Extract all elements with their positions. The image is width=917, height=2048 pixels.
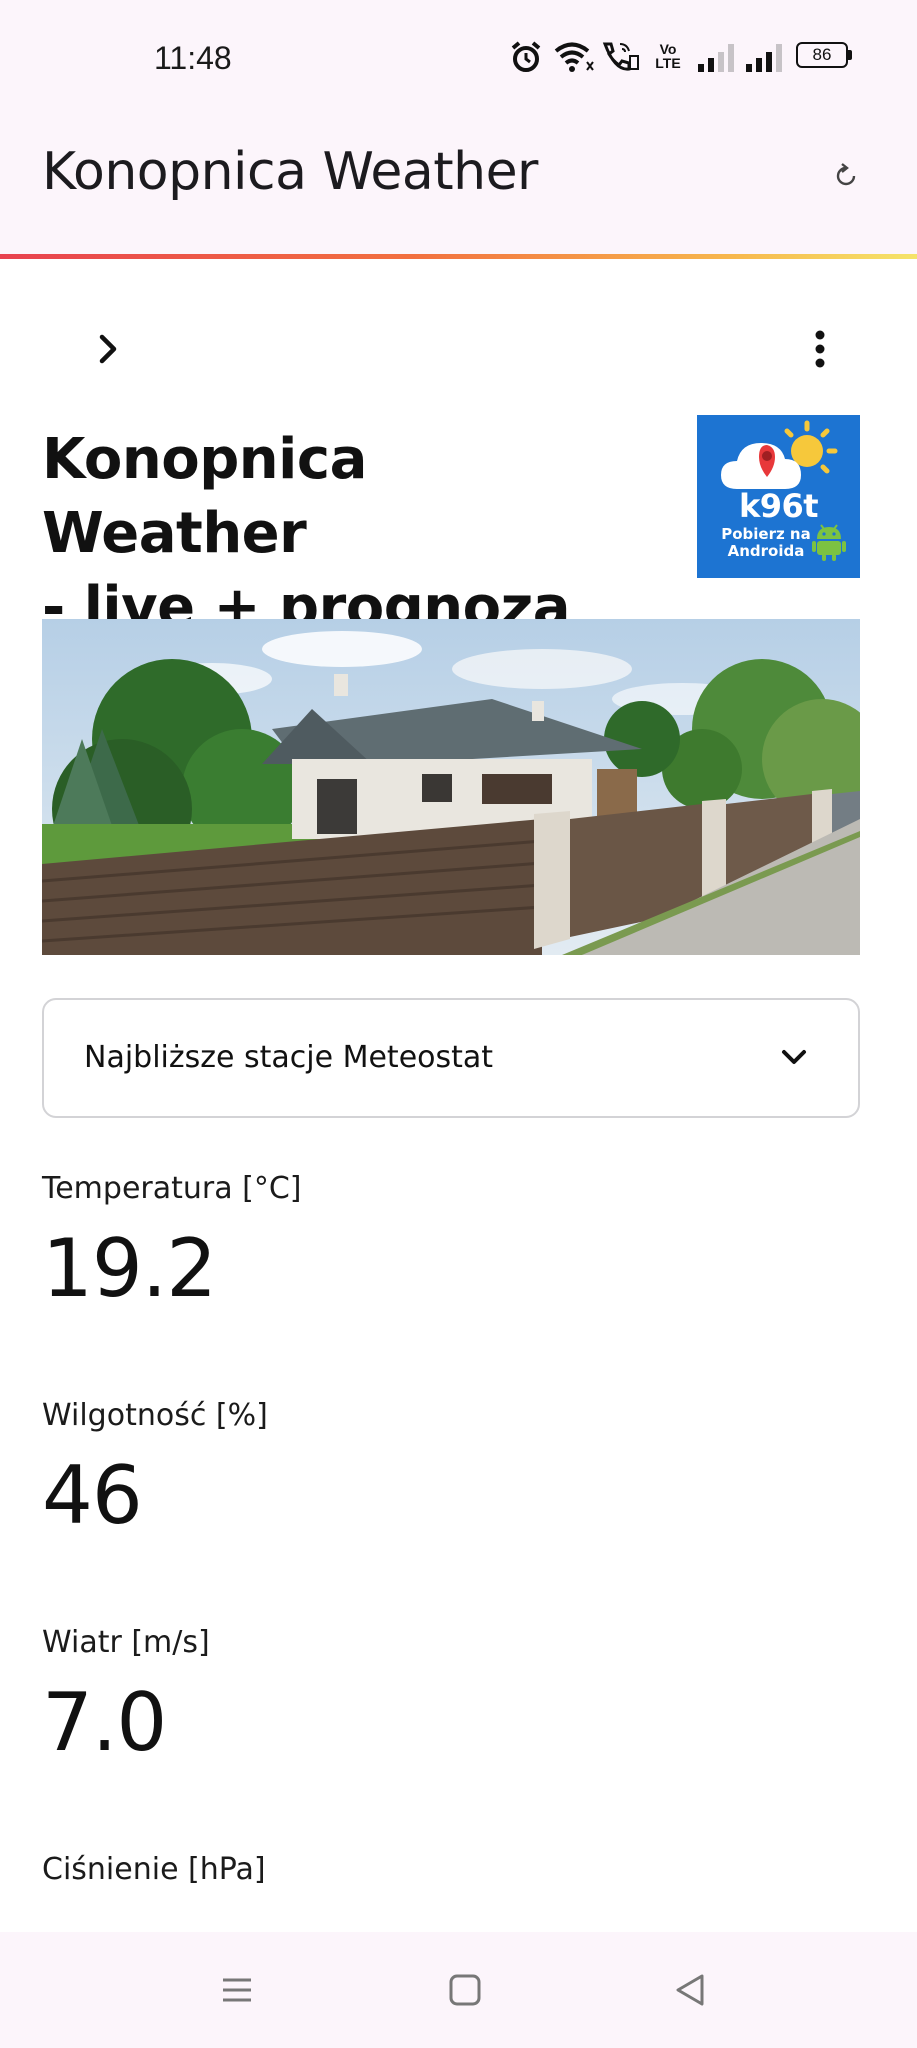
android-app-badge[interactable]: k96t Pobierz na Androida: [697, 415, 860, 578]
refresh-button[interactable]: [826, 156, 866, 196]
wifi-icon: [554, 42, 594, 72]
android-icon: [812, 524, 846, 561]
metric-label: Temperatura [°C]: [42, 1171, 302, 1206]
back-icon: [676, 1974, 704, 2006]
weather-logo-icon: [721, 420, 838, 489]
alarm-icon: [511, 41, 541, 72]
signal-sim2-icon: [746, 44, 782, 72]
metric-pressure: Ciśnienie [hPa]: [42, 1852, 860, 1887]
status-time: 11:48: [154, 40, 232, 76]
select-label: Najbliższe stacje Meteostat: [84, 1040, 494, 1075]
battery-icon: 86: [796, 42, 852, 68]
main-content: Konopnica Weather - live + prognoza k96t: [0, 259, 917, 1932]
chevron-down-icon: [782, 1050, 806, 1064]
badge-subtitle: Pobierz na Androida: [711, 526, 821, 560]
badge-brand: k96t: [738, 487, 819, 525]
recents-button[interactable]: [215, 1968, 259, 2012]
chevron-right-icon: [99, 334, 117, 364]
house-photo: [42, 619, 860, 955]
page-title: Konopnica Weather - live + prognoza: [42, 423, 642, 645]
menu-icon: [223, 1978, 251, 2002]
more-vert-icon: [815, 330, 825, 368]
wifi-calling-icon: [602, 42, 639, 71]
screen: 11:48 Vo LTE 86 Konopnica Weather Konopn…: [0, 0, 917, 2048]
metric-value: 7.0: [42, 1676, 167, 1769]
page-title-line-1: Konopnica Weather: [42, 427, 367, 566]
battery-level: 86: [812, 45, 832, 64]
home-icon: [449, 1974, 481, 2006]
status-bar: 11:48 Vo LTE 86: [0, 0, 917, 112]
back-button[interactable]: [668, 1968, 712, 2012]
metric-label: Wiatr [m/s]: [42, 1625, 210, 1660]
volte-icon: Vo LTE: [655, 41, 681, 71]
badge-subtitle-line-2: Androida: [727, 542, 805, 560]
badge-subtitle-line-1: Pobierz na: [721, 525, 811, 543]
metric-value: 46: [42, 1449, 143, 1542]
status-icons: Vo LTE 86: [508, 40, 858, 76]
metric-temperature: Temperatura [°C] 19.2: [42, 1171, 860, 1315]
metric-wind: Wiatr [m/s] 7.0: [42, 1625, 860, 1769]
metric-value: 19.2: [42, 1222, 217, 1315]
sidebar-expand-button[interactable]: [88, 329, 128, 369]
metric-humidity: Wilgotność [%] 46: [42, 1398, 860, 1542]
main-menu-button[interactable]: [800, 325, 840, 373]
app-bar: Konopnica Weather: [0, 112, 917, 254]
home-button[interactable]: [443, 1968, 487, 2012]
signal-sim1-icon: [698, 44, 734, 72]
house-illustration: [42, 619, 860, 955]
refresh-icon: [836, 163, 856, 186]
meteostat-stations-select[interactable]: Najbliższe stacje Meteostat: [42, 998, 860, 1118]
app-title: Konopnica Weather: [42, 142, 538, 202]
metric-label: Wilgotność [%]: [42, 1398, 268, 1433]
system-nav-bar: [0, 1932, 917, 2048]
metric-label: Ciśnienie [hPa]: [42, 1852, 266, 1887]
